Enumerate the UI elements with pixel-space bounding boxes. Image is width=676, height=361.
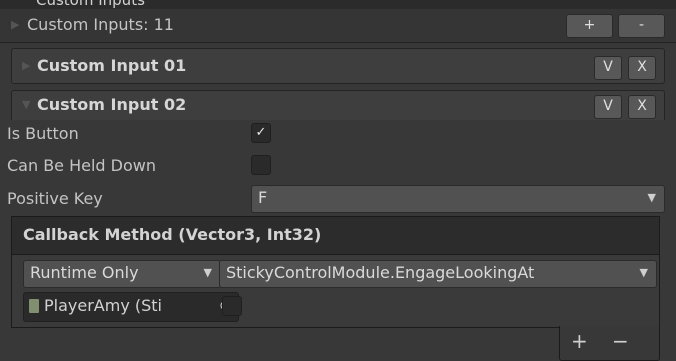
custom-input-02-foldout[interactable]: ▼ Custom Input 02 V X <box>11 90 665 120</box>
top-cut-label: Custom Inputs <box>36 0 145 9</box>
runtime-mode-value: Runtime Only <box>30 263 139 282</box>
callback-method-value: StickyControlModule.EngageLookingAt <box>226 263 535 282</box>
remove-input-button[interactable]: - <box>618 14 665 38</box>
chevron-down-icon: ▼ <box>647 191 656 204</box>
foldout-collapsed-icon[interactable]: ▶ <box>11 18 19 31</box>
callback-title: Callback Method (Vector3, Int32) <box>23 225 322 244</box>
callback-footer-tab: + − <box>559 326 660 361</box>
callback-event-box: Callback Method (Vector3, Int32) Runtime… <box>11 216 660 328</box>
remove-callback-button[interactable]: − <box>612 329 629 353</box>
foldout-collapsed-icon[interactable]: ▶ <box>22 59 30 72</box>
top-cut-row: Custom Inputs <box>0 0 676 9</box>
foldout-expanded-icon[interactable]: ▼ <box>22 98 30 111</box>
custom-input-02-title: Custom Input 02 <box>37 95 187 114</box>
can-be-held-down-label: Can Be Held Down <box>7 156 157 175</box>
callback-header: Callback Method (Vector3, Int32) <box>12 217 659 255</box>
custom-input-01-foldout[interactable]: ▶ Custom Input 01 V X <box>11 48 665 84</box>
target-object-field[interactable]: PlayerAmy (Sti ⊙ <box>23 292 239 322</box>
custom-input-01-title: Custom Input 01 <box>37 56 187 75</box>
can-be-held-down-checkbox[interactable] <box>251 155 271 175</box>
callback-method-dropdown[interactable]: StickyControlModule.EngageLookingAt ▼ <box>219 260 657 288</box>
input-02-x-button[interactable]: X <box>628 95 656 119</box>
chevron-down-icon: ▼ <box>203 266 212 279</box>
custom-inputs-count-label: Custom Inputs: 11 <box>27 15 174 34</box>
input-02-v-button[interactable]: V <box>594 95 622 119</box>
runtime-mode-dropdown[interactable]: Runtime Only ▼ <box>23 260 221 288</box>
add-input-button[interactable]: + <box>566 14 613 38</box>
target-object-value: PlayerAmy (Sti <box>44 296 162 315</box>
positive-key-label: Positive Key <box>7 189 103 208</box>
custom-inputs-list-header[interactable]: ▶ Custom Inputs: 11 + - <box>0 9 676 43</box>
input-01-v-button[interactable]: V <box>594 56 622 80</box>
add-callback-button[interactable]: + <box>571 329 588 353</box>
is-button-checkbox[interactable]: ✓ <box>251 123 271 143</box>
checkmark-icon: ✓ <box>255 125 267 140</box>
is-button-label: Is Button <box>7 124 79 143</box>
component-icon <box>29 299 39 313</box>
positive-key-dropdown[interactable]: F ▼ <box>251 185 665 213</box>
positive-key-value: F <box>258 188 268 207</box>
input-01-x-button[interactable]: X <box>628 56 656 80</box>
argument-checkbox[interactable] <box>222 296 242 316</box>
chevron-down-icon: ▼ <box>639 266 648 279</box>
